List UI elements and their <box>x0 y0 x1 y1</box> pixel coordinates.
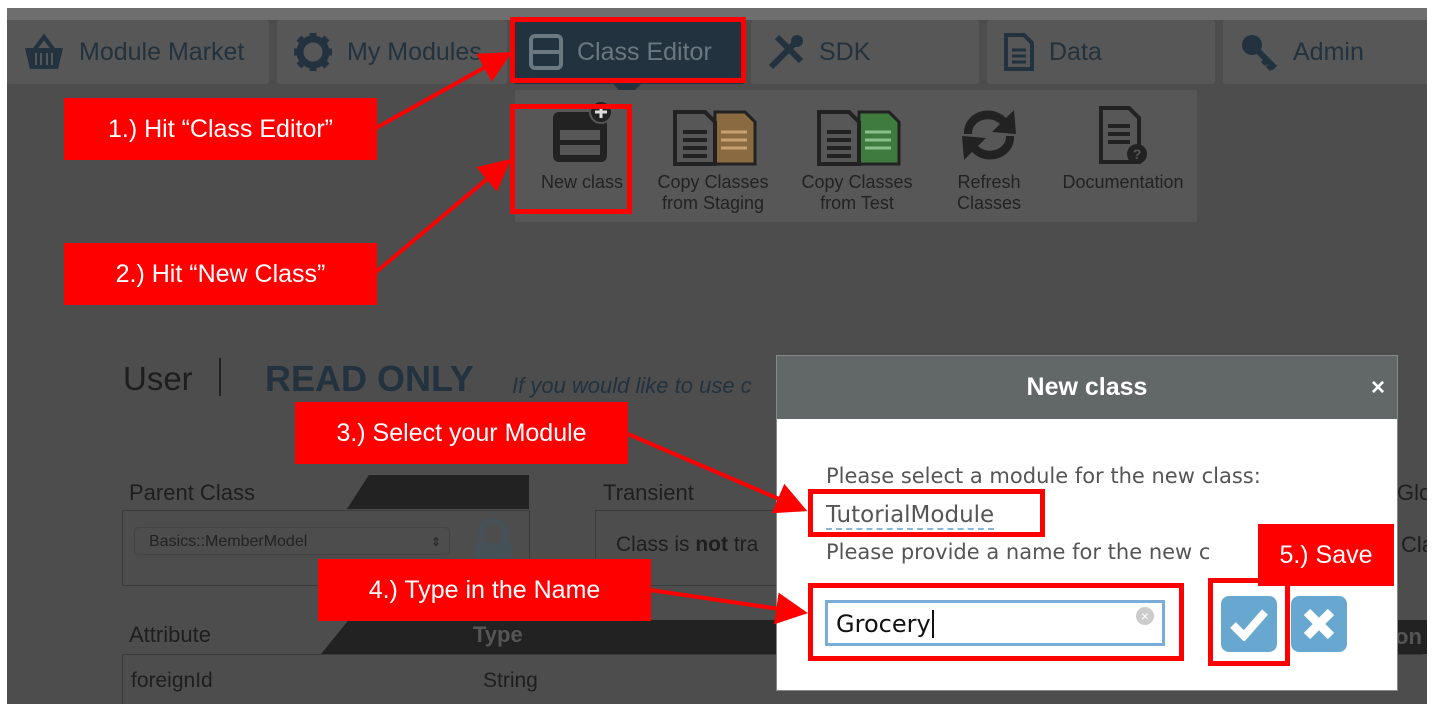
arrow-step3 <box>627 432 808 514</box>
arrow-step2 <box>374 158 512 274</box>
callout-step5: 5.) Save <box>1258 524 1394 586</box>
callout-step4: 4.) Type in the Name <box>318 559 651 621</box>
arrow-step1 <box>375 52 512 130</box>
callout-step1: 1.) Hit “Class Editor” <box>64 98 377 160</box>
callout-step2: 2.) Hit “New Class” <box>64 243 377 305</box>
callout-step3: 3.) Select your Module <box>295 402 628 464</box>
arrow-step4 <box>649 588 808 625</box>
